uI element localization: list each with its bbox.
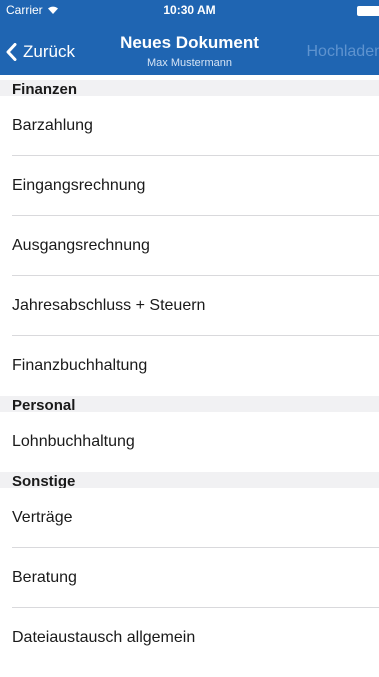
status-time: 10:30 AM <box>163 3 216 17</box>
list-item-dateiaustausch-allgemein[interactable]: Dateiaustausch allgemein <box>0 608 379 668</box>
list-item-barzahlung[interactable]: Barzahlung <box>0 96 379 156</box>
list-item-finanzbuchhaltung[interactable]: Finanzbuchhaltung <box>0 336 379 396</box>
list-item-beratung[interactable]: Beratung <box>0 548 379 608</box>
battery-icon <box>357 6 379 16</box>
list-item-eingangsrechnung[interactable]: Eingangsrechnung <box>0 156 379 216</box>
list-item-lohnbuchhaltung[interactable]: Lohnbuchhaltung <box>0 412 379 472</box>
upload-button[interactable]: Hochladen <box>307 43 379 61</box>
list-item-ausgangsrechnung[interactable]: Ausgangsrechnung <box>0 216 379 276</box>
list-item-jahresabschluss-steuern[interactable]: Jahresabschluss + Steuern <box>0 276 379 336</box>
list-item-vertraege[interactable]: Verträge <box>0 488 379 548</box>
status-bar: Carrier 10:30 AM <box>0 0 379 20</box>
navigation-bar: Carrier 10:30 AM Zurück Neues Dokument M… <box>0 0 379 75</box>
document-category-list: Finanzen Barzahlung Eingangsrechnung Aus… <box>0 80 379 668</box>
